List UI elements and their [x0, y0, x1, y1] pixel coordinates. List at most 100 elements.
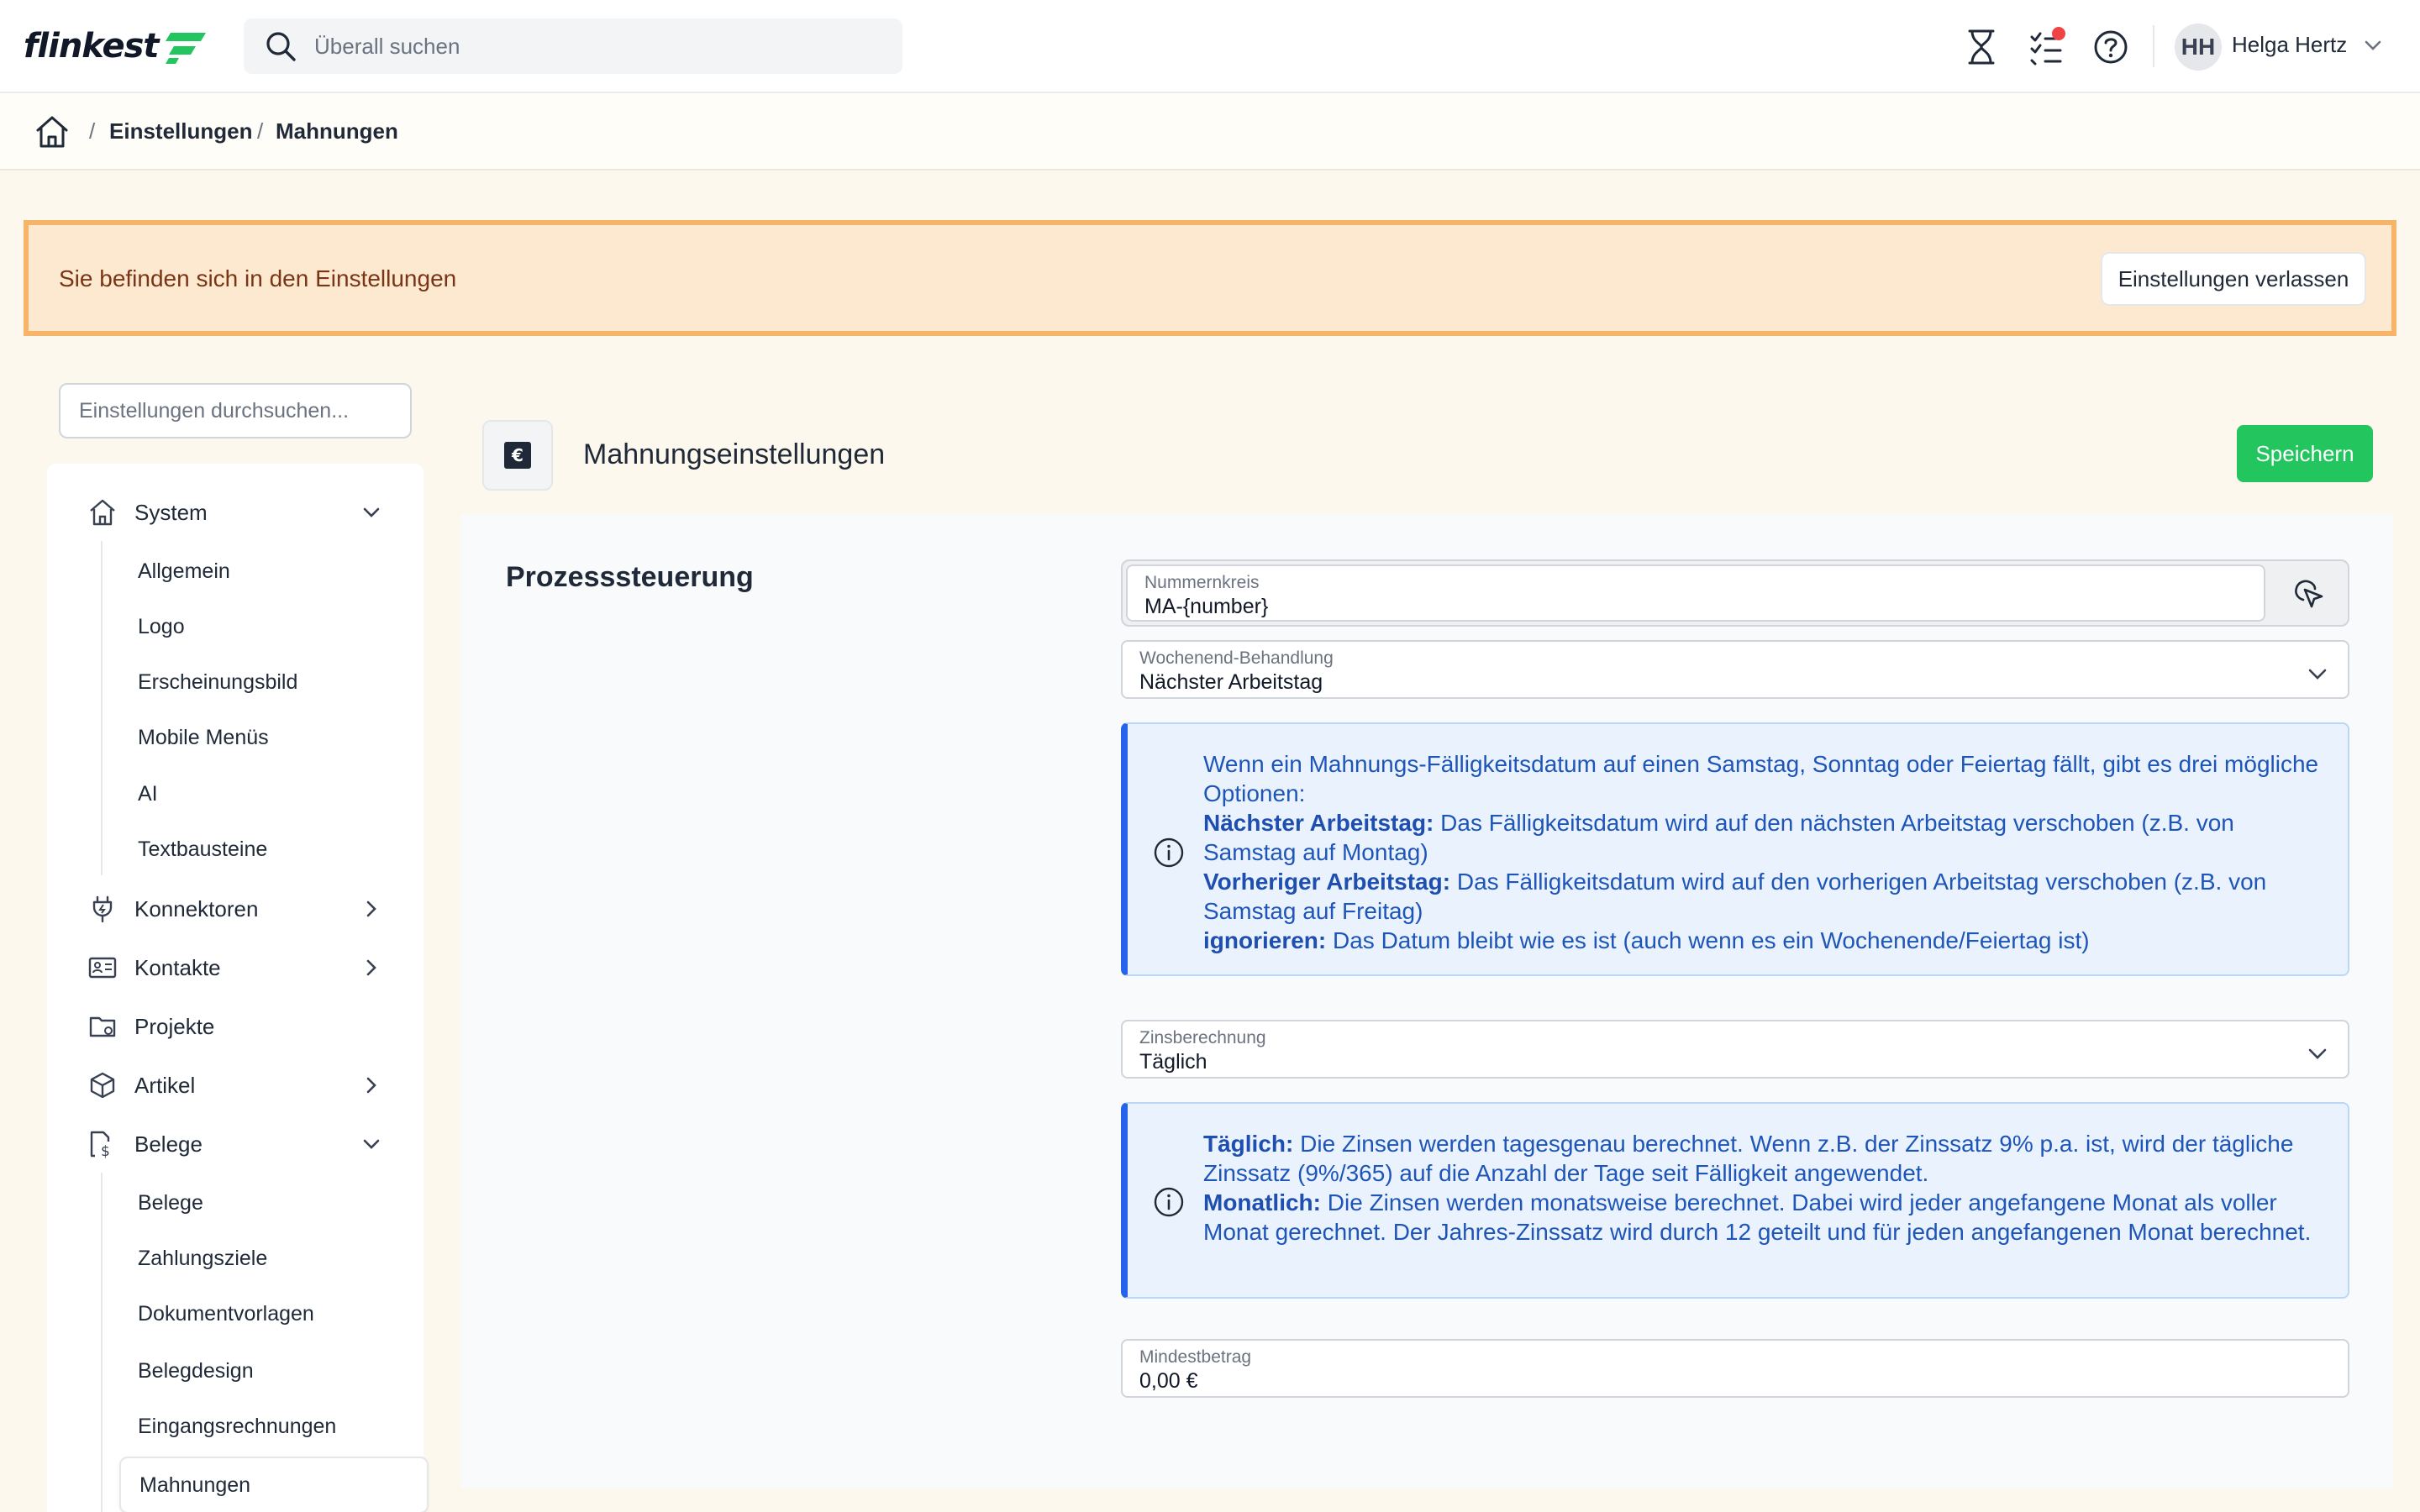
sidebar-group-label: Konnektoren [134, 895, 259, 921]
wochenende-select[interactable]: Wochenend-Behandlung Nächster Arbeitstag [1121, 640, 2349, 699]
sidebar-item-ai[interactable]: AI [124, 770, 410, 817]
sidebar-item-textbausteine[interactable]: Textbausteine [124, 826, 410, 873]
breadcrumb-separator: / [257, 118, 264, 144]
avatar[interactable]: HH [2175, 24, 2222, 71]
banner-text: Sie befinden sich in den Einstellungen [59, 265, 457, 291]
global-search-input[interactable] [314, 33, 886, 60]
sidebar-item-mobile-menues[interactable]: Mobile Menüs [124, 714, 410, 761]
info-text: Wenn ein Mahnungs-Fälligkeitsdatum auf e… [1203, 749, 2323, 955]
hourglass-icon [1968, 29, 1995, 65]
breadcrumb-item-mahnungen[interactable]: Mahnungen [276, 118, 398, 144]
euro-glyph: € [511, 445, 523, 465]
submenu-line [101, 541, 103, 875]
sidebar-item-eingangsrechnungen[interactable]: Eingangsrechnungen [124, 1403, 410, 1450]
search-icon [266, 32, 296, 61]
settings-search-input[interactable] [59, 383, 412, 438]
user-name[interactable]: Helga Hertz [2232, 32, 2347, 58]
chevron-down-icon [2308, 1048, 2327, 1059]
sidebar-item-label: Eingangsrechnungen [138, 1414, 337, 1438]
nummernkreis-field[interactable]: Nummernkreis [1126, 564, 2265, 622]
sidebar-item-label: Mahnungen [139, 1473, 251, 1497]
sidebar-group-konnektoren[interactable]: Konnektoren [47, 884, 424, 934]
save-button[interactable]: Speichern [2237, 425, 2373, 482]
breadcrumb-separator: / [89, 118, 96, 144]
info-option-title: Nächster Arbeitstag: [1203, 810, 1434, 836]
breadcrumb-item-einstellungen[interactable]: Einstellungen [109, 118, 252, 144]
sidebar-item-belege[interactable]: Belege [124, 1179, 410, 1226]
chevron-down-icon [2308, 669, 2327, 680]
mindestbetrag-input[interactable] [1139, 1369, 2243, 1394]
zinsberechnung-select[interactable]: Zinsberechnung Täglich [1121, 1020, 2349, 1079]
chevron-down-icon[interactable] [2361, 34, 2385, 57]
info-icon [1154, 1187, 1184, 1217]
chevron-right-icon [366, 959, 376, 976]
wochenende-info: Wenn ein Mahnungs-Fälligkeitsdatum auf e… [1121, 722, 2349, 976]
sidebar-item-erscheinungsbild[interactable]: Erscheinungsbild [124, 659, 410, 706]
sidebar-item-label: Zahlungsziele [138, 1246, 268, 1270]
sidebar-item-label: Belegdesign [138, 1358, 254, 1383]
page-icon: € [482, 420, 553, 491]
sidebar-group-artikel[interactable]: Artikel [47, 1060, 424, 1110]
help-button[interactable] [2087, 24, 2134, 71]
sidebar-item-label: Logo [138, 614, 185, 638]
field-label: Wochenend-Behandlung [1139, 648, 1334, 668]
field-label: Nummernkreis [1144, 573, 1260, 592]
sidebar-group-label: Artikel [134, 1072, 196, 1098]
chevron-down-icon [363, 1139, 380, 1149]
sidebar-group-label: Belege [134, 1131, 203, 1157]
svg-text:$: $ [101, 1143, 110, 1158]
info-option-title: Monatlich: [1203, 1189, 1321, 1215]
sidebar-item-belegdesign[interactable]: Belegdesign [124, 1347, 410, 1394]
sidebar-item-label: Dokumentvorlagen [138, 1301, 314, 1326]
placeholder-picker-button[interactable] [2272, 564, 2344, 622]
sidebar-item-label: AI [138, 781, 158, 806]
exit-settings-button[interactable]: Einstellungen verlassen [2101, 252, 2366, 306]
app-logo[interactable]: flinkest [24, 25, 208, 67]
field-label: Mindestbetrag [1139, 1347, 1252, 1367]
contact-card-icon [87, 953, 118, 983]
sidebar-item-logo[interactable]: Logo [124, 603, 410, 650]
settings-sidebar: System Allgemein Logo Erscheinungsbild M… [47, 464, 429, 1512]
sidebar-item-label: Belege [138, 1190, 203, 1215]
section-title: Prozesssteuerung [506, 561, 754, 593]
sidebar-item-label: Allgemein [138, 559, 230, 583]
sidebar-group-belege[interactable]: $ Belege [47, 1119, 424, 1169]
home-icon[interactable] [34, 113, 71, 150]
sidebar-item-zahlungsziele[interactable]: Zahlungsziele [124, 1235, 410, 1282]
sidebar-group-projekte[interactable]: Projekte [47, 1001, 424, 1052]
field-value: Täglich [1139, 1050, 1207, 1074]
help-circle-icon [2094, 30, 2128, 64]
chevron-down-icon [363, 507, 380, 517]
plug-icon [87, 894, 118, 924]
sidebar-item-allgemein[interactable]: Allgemein [124, 548, 410, 595]
hourglass-button[interactable] [1958, 24, 2005, 71]
folder-gear-icon [87, 1011, 118, 1042]
info-option-title: Täglich: [1203, 1131, 1294, 1157]
sidebar-group-system[interactable]: System [47, 487, 424, 538]
breadcrumb: / Einstellungen / Mahnungen [0, 93, 2420, 171]
info-option-text: Das Datum bleibt wie es ist (auch wenn e… [1326, 927, 2090, 953]
home-icon [87, 497, 118, 528]
sidebar-group-kontakte[interactable]: Kontakte [47, 942, 424, 993]
sidebar-item-label: Erscheinungsbild [138, 669, 298, 694]
mindestbetrag-field[interactable]: Mindestbetrag [1121, 1339, 2349, 1398]
info-option-title: ignorieren: [1203, 927, 1327, 953]
cursor-click-icon [2295, 580, 2323, 608]
logo-text: flinkest [24, 27, 160, 66]
sidebar-item-dokumentvorlagen[interactable]: Dokumentvorlagen [124, 1290, 410, 1337]
info-intro: Wenn ein Mahnungs-Fälligkeitsdatum auf e… [1203, 751, 2319, 806]
sidebar-group-label: Kontakte [134, 954, 221, 980]
box-icon [87, 1070, 118, 1100]
page-title: Mahnungseinstellungen [583, 438, 886, 470]
tasks-button[interactable] [2023, 24, 2070, 71]
global-search[interactable] [244, 18, 902, 74]
sidebar-group-label: Projekte [134, 1013, 215, 1039]
info-option-title: Vorheriger Arbeitstag: [1203, 869, 1451, 895]
sidebar-item-mahnungen[interactable]: Mahnungen [119, 1457, 429, 1512]
info-icon [1154, 837, 1184, 868]
nummernkreis-input[interactable] [1144, 595, 2167, 619]
chevron-right-icon [366, 900, 376, 917]
info-text: Täglich: Die Zinsen werden tagesgenau be… [1203, 1129, 2323, 1247]
document-dollar-icon: $ [87, 1129, 118, 1159]
top-divider [2153, 25, 2154, 67]
